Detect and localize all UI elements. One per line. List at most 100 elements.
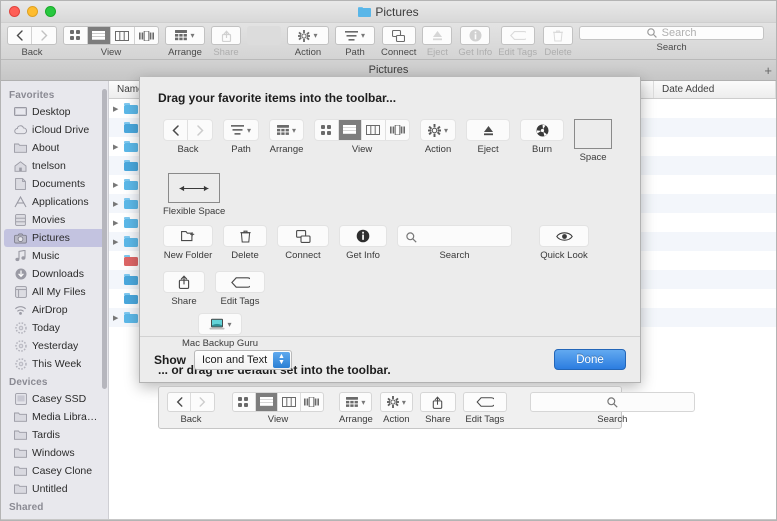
search-field[interactable] (397, 225, 512, 247)
sidebar-item-pictures[interactable]: Pictures (4, 229, 105, 247)
close-button[interactable] (9, 6, 20, 17)
column-header-date-added[interactable]: Date Added (654, 81, 776, 98)
tag-icon[interactable] (215, 271, 265, 293)
arrange-button[interactable]: ▾ (165, 26, 205, 45)
disclosure-triangle-icon[interactable]: ▶ (113, 314, 122, 322)
back-forward-segment[interactable] (163, 119, 213, 141)
tag-icon[interactable] (462, 392, 507, 412)
search-input[interactable]: Search (579, 26, 764, 40)
forward-icon[interactable] (188, 120, 212, 140)
list-view-icon[interactable] (338, 120, 363, 140)
search-field[interactable] (529, 392, 695, 412)
default-item-action[interactable]: ▾ Action (379, 392, 413, 425)
done-button[interactable]: Done (554, 349, 626, 370)
connect-icon[interactable] (277, 225, 329, 247)
default-item-search[interactable]: Search (529, 392, 695, 425)
sidebar-item-all-my-files[interactable]: All My Files (4, 283, 105, 301)
forward-icon[interactable] (191, 393, 214, 411)
palette-item-search[interactable]: Search (397, 225, 512, 261)
palette-item-space[interactable]: Space (574, 119, 613, 163)
palette-item-new-folder[interactable]: New Folder (163, 225, 213, 261)
burn-icon[interactable] (520, 119, 565, 141)
view-segment[interactable] (232, 392, 324, 412)
back-forward-segment[interactable] (7, 26, 57, 45)
palette-item-share[interactable]: Share (163, 271, 205, 307)
view-segment[interactable] (314, 119, 411, 141)
sidebar-item-casey-ssd[interactable]: Casey SSD (4, 390, 105, 408)
sidebar-item-downloads[interactable]: Downloads (4, 265, 105, 283)
sidebar-item-music[interactable]: Music (4, 247, 105, 265)
sidebar-item-airdrop[interactable]: AirDrop (4, 301, 105, 319)
sidebar-item-applications[interactable]: Applications (4, 193, 105, 211)
sidebar-item-tardis[interactable]: Tardis (4, 426, 105, 444)
palette-item-back[interactable]: Back (163, 119, 213, 163)
palette-item-get-info[interactable]: Get Info (339, 225, 387, 261)
toolbar-path-group[interactable]: ▾ Path (335, 26, 375, 58)
back-icon[interactable] (8, 27, 32, 44)
sidebar-item-desktop[interactable]: Desktop (4, 103, 105, 121)
space-box[interactable] (574, 119, 613, 149)
palette-item-path[interactable]: ▾ Path (223, 119, 260, 163)
toolbar-view-group[interactable]: View (63, 26, 159, 58)
palette-item-view[interactable]: View (314, 119, 411, 163)
mac-backup-guru-icon[interactable]: ▾ (198, 313, 243, 335)
minimize-button[interactable] (27, 6, 38, 17)
path-button[interactable]: ▾ (335, 26, 375, 45)
view-segment[interactable] (63, 26, 159, 45)
disclosure-triangle-icon[interactable]: ▶ (113, 238, 122, 246)
list-view-icon[interactable] (255, 393, 278, 411)
sidebar-item-movies[interactable]: Movies (4, 211, 105, 229)
sidebar-item-today[interactable]: Today (4, 319, 105, 337)
coverflow-view-icon[interactable] (386, 120, 409, 140)
eject-button[interactable] (466, 119, 511, 141)
zoom-button[interactable] (45, 6, 56, 17)
back-icon[interactable] (168, 393, 191, 411)
disclosure-triangle-icon[interactable]: ▶ (113, 143, 122, 151)
disclosure-triangle-icon[interactable]: ▶ (113, 219, 122, 227)
new-tab-icon[interactable]: + (764, 60, 772, 80)
back-icon[interactable] (164, 120, 188, 140)
connect-button[interactable] (381, 26, 416, 45)
toolbar-connect-group[interactable]: Connect (381, 26, 416, 58)
default-item-edit-tags[interactable]: Edit Tags (462, 392, 507, 425)
palette-item-connect[interactable]: Connect (277, 225, 329, 261)
palette-item-eject[interactable]: Eject (466, 119, 511, 163)
sidebar-item-untitled[interactable]: Untitled (4, 480, 105, 498)
coverflow-view-icon[interactable] (301, 393, 323, 411)
new-folder-icon[interactable] (163, 225, 213, 247)
action-button[interactable]: ▾ (420, 119, 457, 141)
sidebar-item-media-libra[interactable]: Media Libra… (4, 408, 105, 426)
icon-view-icon[interactable] (64, 27, 88, 44)
column-view-icon[interactable] (362, 120, 386, 140)
disclosure-triangle-icon[interactable]: ▶ (113, 181, 122, 189)
disclosure-triangle-icon[interactable]: ▶ (113, 200, 122, 208)
get-info-icon[interactable] (339, 225, 387, 247)
palette-item-action[interactable]: ▾ Action (420, 119, 457, 163)
sidebar-item-documents[interactable]: Documents (4, 175, 105, 193)
sidebar-item-about[interactable]: About (4, 139, 105, 157)
palette-item-flexible-space[interactable]: Flexible Space (163, 173, 225, 217)
action-button[interactable]: ▾ (287, 26, 329, 45)
flexible-space-box[interactable] (168, 173, 221, 203)
palette-item-delete[interactable]: Delete (223, 225, 267, 261)
column-view-icon[interactable] (278, 393, 301, 411)
share-icon[interactable] (419, 392, 456, 412)
palette-item-arrange[interactable]: ▾ Arrange (269, 119, 305, 163)
sidebar-item-windows[interactable]: Windows (4, 444, 105, 462)
back-forward-segment[interactable] (167, 392, 215, 412)
sidebar-item-yesterday[interactable]: Yesterday (4, 337, 105, 355)
sidebar-item-this-week[interactable]: This Week (4, 355, 105, 373)
palette-item-quick-look[interactable]: Quick Look (539, 225, 589, 261)
coverflow-view-icon[interactable] (135, 27, 158, 44)
list-view-icon[interactable] (87, 27, 111, 44)
default-item-arrange[interactable]: ▾ Arrange (339, 392, 373, 425)
trash-icon[interactable] (223, 225, 267, 247)
action-button[interactable]: ▾ (379, 392, 413, 412)
tab-pictures[interactable]: Pictures (369, 64, 409, 76)
sidebar-item-casey-clone[interactable]: Casey Clone (4, 462, 105, 480)
default-item-share[interactable]: Share (419, 392, 456, 425)
toolbar-search-group[interactable]: Search Search (579, 26, 764, 53)
arrange-button[interactable]: ▾ (269, 119, 305, 141)
share-icon[interactable] (163, 271, 205, 293)
sidebar-scrollbar[interactable] (102, 89, 107, 389)
